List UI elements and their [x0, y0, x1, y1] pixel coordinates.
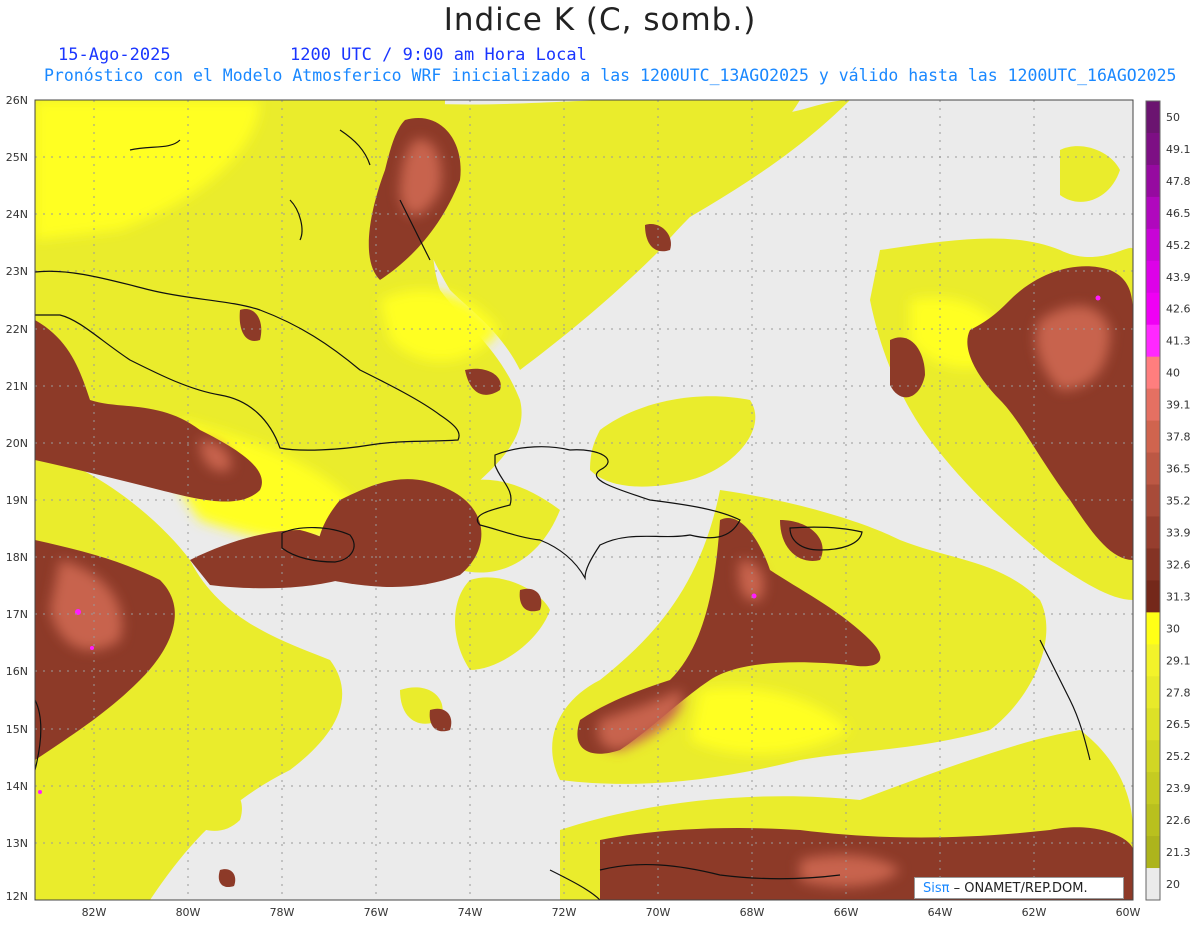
longitude-labels: 82W 80W 78W 76W 74W 72W 70W 68W 66W 64W …	[82, 906, 1141, 919]
colorbar-label: 42.6	[1166, 303, 1191, 316]
lat-label: 16N	[6, 665, 28, 678]
colorbar-label: 36.5	[1166, 463, 1191, 476]
colorbar-label: 23.9	[1166, 782, 1191, 795]
lon-label: 70W	[646, 906, 671, 919]
colorbar-label: 22.6	[1166, 814, 1191, 827]
colorbar-label: 31.3	[1166, 590, 1191, 603]
colorbar-label: 45.2	[1166, 239, 1191, 252]
colorbar-swatch	[1146, 388, 1160, 422]
colorbar-swatch	[1146, 868, 1160, 901]
colorbar-swatch	[1146, 260, 1160, 294]
colorbar-label: 41.3	[1166, 335, 1191, 348]
lat-label: 14N	[6, 780, 28, 793]
colorbar-swatch	[1146, 356, 1160, 390]
colorbar-label: 27.8	[1166, 686, 1191, 699]
credit-org: – ONAMET/REP.DOM.	[949, 881, 1088, 896]
colorbar-swatch	[1146, 452, 1160, 486]
colorbar-swatch	[1146, 836, 1160, 869]
colorbar-swatch	[1146, 676, 1160, 709]
map-title: Indice K (C, somb.)	[443, 2, 757, 38]
lat-label: 18N	[6, 551, 28, 564]
colorbar-swatch	[1146, 228, 1160, 262]
colorbar-swatch	[1146, 324, 1160, 358]
colorbar-label: 29.1	[1166, 654, 1191, 667]
colorbar-swatch	[1146, 740, 1160, 773]
colorbar-label: 40	[1166, 367, 1180, 380]
credit-box: Sisπ – ONAMET/REP.DOM.	[914, 877, 1124, 899]
lon-label: 82W	[82, 906, 107, 919]
lat-label: 15N	[6, 723, 28, 736]
colorbar-label: 26.5	[1166, 718, 1191, 731]
k-index-map: 26N 25N 24N 23N 22N 21N 20N 19N 18N 17N …	[6, 94, 1191, 919]
colorbar-swatch	[1146, 132, 1160, 166]
sispi-logo: Sisπ	[923, 881, 950, 896]
colorbar-label: 47.8	[1166, 175, 1191, 188]
lon-label: 66W	[834, 906, 859, 919]
colorbar-swatch	[1146, 612, 1160, 645]
colorbar-label: 33.9	[1166, 526, 1191, 539]
colorbar-swatch	[1146, 292, 1160, 326]
lat-label: 12N	[6, 890, 28, 903]
colorbar-label: 43.9	[1166, 271, 1191, 284]
colorbar-label: 50	[1166, 111, 1180, 124]
colorbar-label: 21.3	[1166, 846, 1191, 859]
lon-label: 64W	[928, 906, 953, 919]
lon-label: 60W	[1116, 906, 1141, 919]
lon-label: 72W	[552, 906, 577, 919]
colorbar-label: 46.5	[1166, 207, 1191, 220]
lon-label: 74W	[458, 906, 483, 919]
colorbar-label: 32.6	[1166, 558, 1191, 571]
colorbar-swatch	[1146, 516, 1160, 549]
colorbar-label: 37.8	[1166, 431, 1191, 444]
colorbar-swatch	[1146, 164, 1160, 198]
lon-label: 80W	[176, 906, 201, 919]
colorbar-swatch	[1146, 101, 1160, 134]
colorbar-label: 20	[1166, 878, 1180, 891]
lon-label: 78W	[270, 906, 295, 919]
colorbar-swatch	[1146, 804, 1160, 837]
forecast-time: 1200 UTC / 9:00 am Hora Local	[290, 45, 587, 65]
lat-label: 20N	[6, 437, 28, 450]
colorbar-swatch	[1146, 644, 1160, 677]
colorbar-label: 30	[1166, 622, 1180, 635]
colorbar-swatch	[1146, 484, 1160, 517]
lat-label: 25N	[6, 151, 28, 164]
lon-label: 68W	[740, 906, 765, 919]
colorbar-label: 25.2	[1166, 750, 1191, 763]
colorbar-label: 39.1	[1166, 399, 1191, 412]
lon-label: 62W	[1022, 906, 1047, 919]
lat-label: 21N	[6, 380, 28, 393]
colorbar-swatch	[1146, 548, 1160, 581]
colorbar-label: 35.2	[1166, 495, 1191, 508]
colorbar-swatch	[1146, 772, 1160, 805]
forecast-date: 15-Ago-2025	[58, 45, 171, 65]
colorbar-swatch	[1146, 196, 1160, 230]
colorbar-swatch	[1146, 420, 1160, 454]
lat-label: 13N	[6, 837, 28, 850]
lat-label: 24N	[6, 208, 28, 221]
latitude-labels: 26N 25N 24N 23N 22N 21N 20N 19N 18N 17N …	[6, 94, 28, 903]
colorbar-swatch	[1146, 708, 1160, 741]
lat-label: 26N	[6, 94, 28, 107]
lon-label: 76W	[364, 906, 389, 919]
colorbar-label: 49.1	[1166, 143, 1191, 156]
lat-label: 19N	[6, 494, 28, 507]
lat-label: 22N	[6, 323, 28, 336]
lat-label: 23N	[6, 265, 28, 278]
model-description: Pronóstico con el Modelo Atmosferico WRF…	[44, 66, 1177, 85]
lat-label: 17N	[6, 608, 28, 621]
color-scale-legend: 50 49.1 47.8 46.5 45.2 43.9 42.6 41.3 40 39.1 37.8…	[1145, 100, 1191, 901]
colorbar-swatch	[1146, 580, 1160, 613]
